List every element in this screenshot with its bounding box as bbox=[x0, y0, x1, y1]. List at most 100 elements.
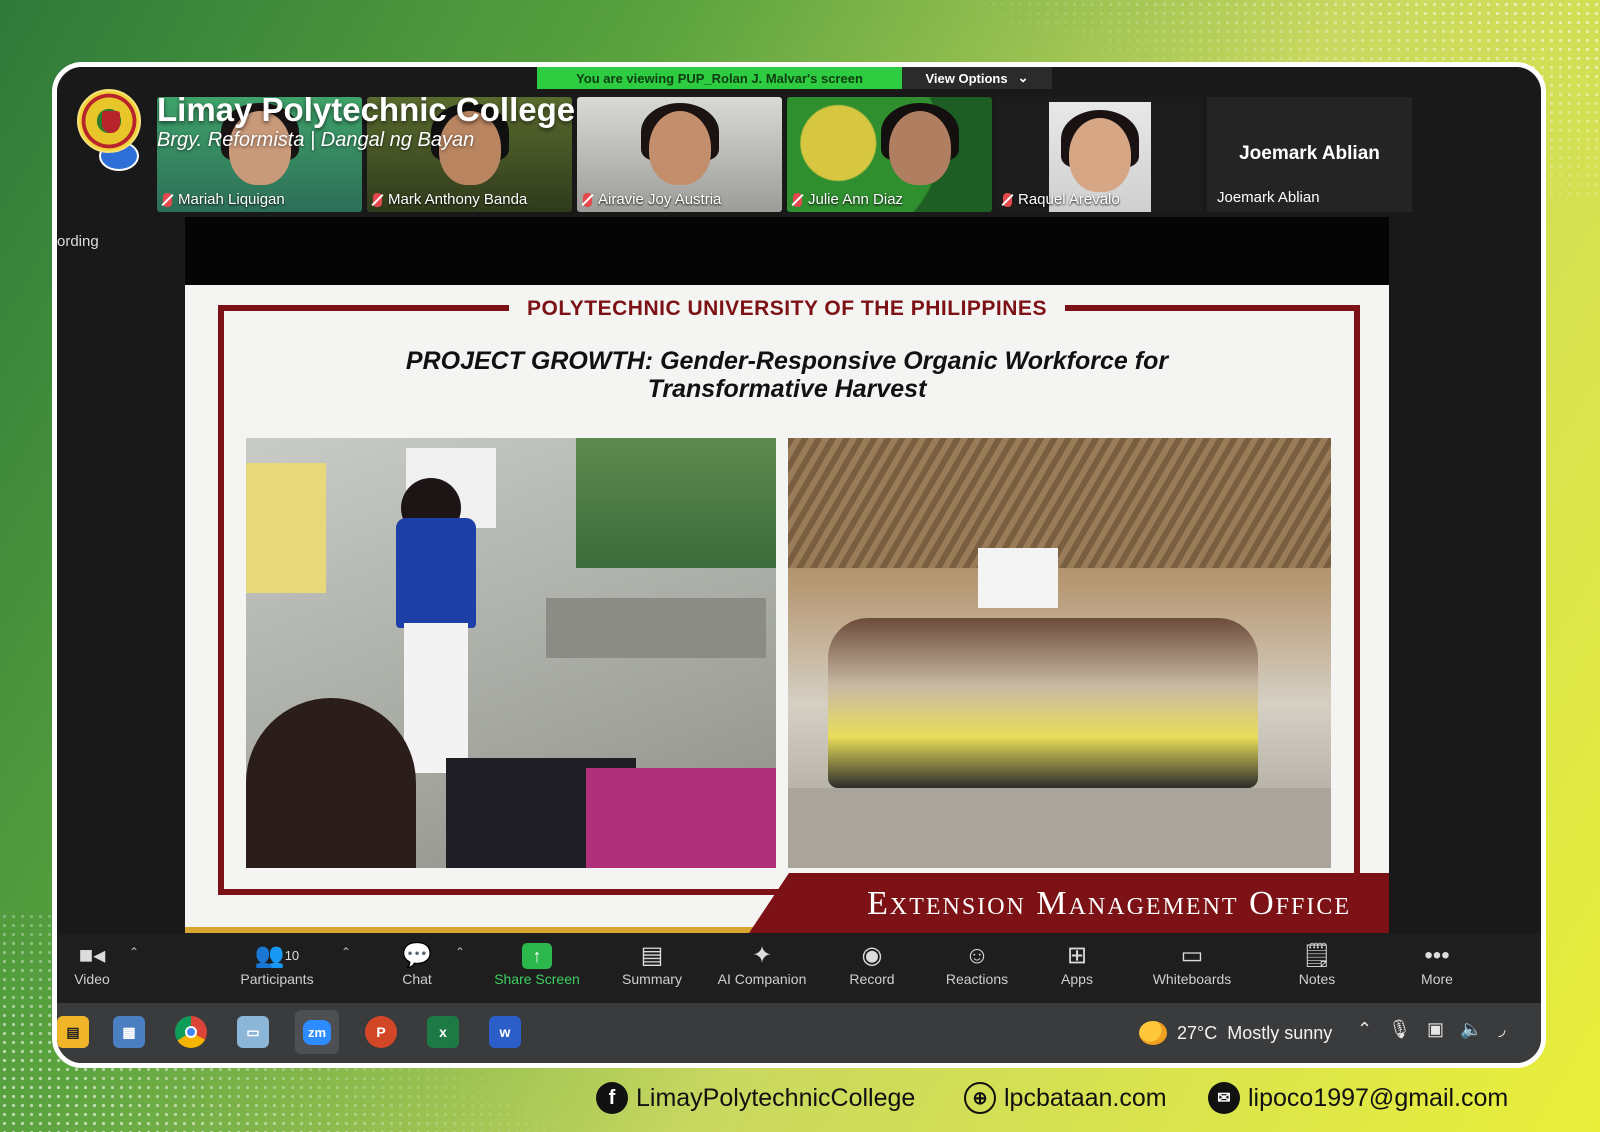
apps-label: Apps bbox=[1061, 971, 1093, 987]
zoom-window: You are viewing PUP_Rolan J. Malvar's sc… bbox=[57, 67, 1541, 1063]
record-icon: ◉ bbox=[861, 942, 883, 969]
reactions-label: Reactions bbox=[945, 971, 1009, 987]
college-title: Limay Polytechnic College bbox=[157, 91, 576, 128]
summary-icon: ▤ bbox=[640, 942, 664, 969]
view-options-label: View Options bbox=[925, 70, 1008, 86]
chat-label: Chat bbox=[402, 971, 432, 987]
ai-companion-button[interactable]: ✦ AI Companion bbox=[707, 941, 817, 987]
email-text: lipoco1997@gmail.com bbox=[1248, 1083, 1509, 1112]
chevron-up-icon[interactable]: ⌃ bbox=[1357, 1019, 1372, 1040]
speaker-icon[interactable]: 🔈 bbox=[1460, 1019, 1482, 1040]
chrome-icon[interactable] bbox=[175, 1016, 207, 1048]
envelope-icon: ✉ bbox=[1208, 1082, 1240, 1114]
more-label: More bbox=[1421, 971, 1453, 987]
college-seal-logo bbox=[77, 89, 141, 153]
more-button[interactable]: ••• More bbox=[1412, 941, 1462, 987]
mic-muted-icon bbox=[1003, 192, 1012, 207]
ai-companion-label: AI Companion bbox=[717, 971, 807, 987]
participant-tile[interactable]: Raquel Arevalo bbox=[997, 97, 1202, 212]
participant-tile[interactable]: Julie Ann Diaz bbox=[787, 97, 992, 212]
calculator-icon[interactable]: ▦ bbox=[113, 1016, 145, 1048]
reactions-button[interactable]: ☺ Reactions bbox=[937, 941, 1017, 987]
participants-button[interactable]: 👥10 Participants bbox=[227, 941, 327, 987]
college-subtitle: Brgy. Reformista | Dangal ng Bayan bbox=[157, 129, 475, 151]
participant-name: Raquel Arevalo bbox=[1018, 191, 1120, 208]
wifi-icon[interactable]: ◞ bbox=[1498, 1019, 1505, 1040]
system-tray: ⌃ 🎙 ▣ 🔈 ◞ bbox=[1357, 1019, 1505, 1040]
slide-office-name: Extension Management Office bbox=[867, 885, 1351, 922]
slide-university: POLYTECHNIC UNIVERSITY OF THE PHILIPPINE… bbox=[509, 297, 1065, 320]
notepad-icon[interactable]: ▭ bbox=[237, 1016, 269, 1048]
chevron-up-icon[interactable]: ⌃ bbox=[129, 945, 139, 959]
record-label: Record bbox=[849, 971, 895, 987]
zoom-app-icon[interactable]: zm bbox=[295, 1010, 339, 1054]
excel-icon[interactable]: x bbox=[427, 1016, 459, 1048]
word-icon[interactable]: w bbox=[489, 1016, 521, 1048]
share-screen-button[interactable]: ↑ Share Screen bbox=[487, 941, 587, 987]
participant-name: Mariah Liquigan bbox=[178, 191, 285, 208]
more-dots-icon: ••• bbox=[1424, 942, 1450, 969]
chat-button[interactable]: 💬 Chat bbox=[387, 941, 447, 987]
slide-title-line2: Transformative Harvest bbox=[647, 375, 927, 403]
notes-label: Notes bbox=[1298, 971, 1336, 987]
share-screen-icon: ↑ bbox=[522, 943, 552, 969]
summary-button[interactable]: ▤ Summary bbox=[612, 941, 692, 987]
viewing-screen-banner: You are viewing PUP_Rolan J. Malvar's sc… bbox=[537, 67, 902, 89]
smiley-icon: ☺ bbox=[964, 942, 990, 969]
mic-muted-icon bbox=[793, 192, 802, 207]
camera-icon[interactable]: ▣ bbox=[1427, 1019, 1444, 1040]
whiteboards-label: Whiteboards bbox=[1152, 971, 1232, 987]
video-camera-icon: ■◂ bbox=[78, 942, 106, 969]
participants-icon: 👥10 bbox=[254, 942, 300, 969]
participant-name: Joemark Ablian bbox=[1217, 189, 1320, 206]
slide-photo-speaker bbox=[246, 438, 776, 868]
chevron-down-icon: ⌄ bbox=[1017, 70, 1029, 85]
video-button[interactable]: ■◂ Video bbox=[57, 941, 127, 987]
slide-title-line1: PROJECT GROWTH: Gender-Responsive Organi… bbox=[405, 347, 1169, 375]
slide-photo-group bbox=[788, 438, 1331, 868]
contact-footer: f LimayPolytechnicCollege ⊕ lpcbataan.co… bbox=[0, 1078, 1600, 1118]
sun-cloud-icon bbox=[1139, 1021, 1167, 1045]
whiteboards-button[interactable]: ▭ Whiteboards bbox=[1142, 941, 1242, 987]
shared-slide: POLYTECHNIC UNIVERSITY OF THE PHILIPPINE… bbox=[185, 285, 1389, 933]
file-explorer-icon[interactable]: ▤ bbox=[57, 1016, 89, 1048]
participant-name: Julie Ann Diaz bbox=[808, 191, 904, 208]
view-options-button[interactable]: View Options ⌄ bbox=[902, 67, 1052, 89]
participant-name: Mark Anthony Banda bbox=[388, 191, 528, 208]
powerpoint-icon[interactable]: P bbox=[365, 1016, 397, 1048]
participant-display-name: Joemark Ablian bbox=[1239, 143, 1380, 164]
weather-temp: 27°C bbox=[1177, 1022, 1218, 1043]
share-screen-label: Share Screen bbox=[494, 971, 580, 987]
weather-widget[interactable]: 27°C Mostly sunny bbox=[1139, 1021, 1332, 1045]
facebook-text: LimayPolytechnicCollege bbox=[636, 1083, 916, 1112]
website-text: lpcbataan.com bbox=[1004, 1083, 1167, 1112]
globe-icon: ⊕ bbox=[964, 1082, 996, 1114]
facebook-icon: f bbox=[596, 1082, 628, 1114]
summary-label: Summary bbox=[622, 971, 682, 987]
record-button[interactable]: ◉ Record bbox=[842, 941, 902, 987]
zoom-window-frame: You are viewing PUP_Rolan J. Malvar's sc… bbox=[52, 62, 1546, 1068]
mic-muted-icon bbox=[373, 192, 382, 207]
weather-desc: Mostly sunny bbox=[1227, 1022, 1333, 1043]
slide-title: PROJECT GROWTH: Gender-Responsive Organi… bbox=[335, 347, 1239, 403]
participant-tile[interactable]: Joemark Ablian Joemark Ablian bbox=[1207, 97, 1412, 212]
shared-screen-top bbox=[185, 217, 1389, 285]
facebook-link[interactable]: f LimayPolytechnicCollege bbox=[596, 1082, 915, 1114]
microphone-icon[interactable]: 🎙 bbox=[1388, 1019, 1411, 1040]
whiteboard-icon: ▭ bbox=[1180, 942, 1204, 969]
sparkle-icon: ✦ bbox=[751, 942, 773, 969]
notes-icon: 🗒 bbox=[1301, 942, 1333, 969]
notes-button[interactable]: 🗒 Notes bbox=[1292, 941, 1342, 987]
apps-button[interactable]: ⊞ Apps bbox=[1052, 941, 1102, 987]
recording-indicator: ording bbox=[57, 233, 99, 250]
meeting-toolbar: ■◂ Video ⌃ 👥10 Participants ⌃ 💬 Chat ⌃ ↑… bbox=[57, 933, 1541, 1003]
mic-muted-icon bbox=[163, 192, 172, 207]
chevron-up-icon[interactable]: ⌃ bbox=[455, 945, 465, 959]
participant-name: Airavie Joy Austria bbox=[598, 191, 722, 208]
email-link[interactable]: ✉ lipoco1997@gmail.com bbox=[1208, 1082, 1508, 1114]
participant-tile[interactable]: Airavie Joy Austria bbox=[577, 97, 782, 212]
chevron-up-icon[interactable]: ⌃ bbox=[341, 945, 351, 959]
website-link[interactable]: ⊕ lpcbataan.com bbox=[964, 1082, 1167, 1114]
participants-label: Participants bbox=[240, 971, 314, 987]
video-label: Video bbox=[74, 971, 110, 987]
